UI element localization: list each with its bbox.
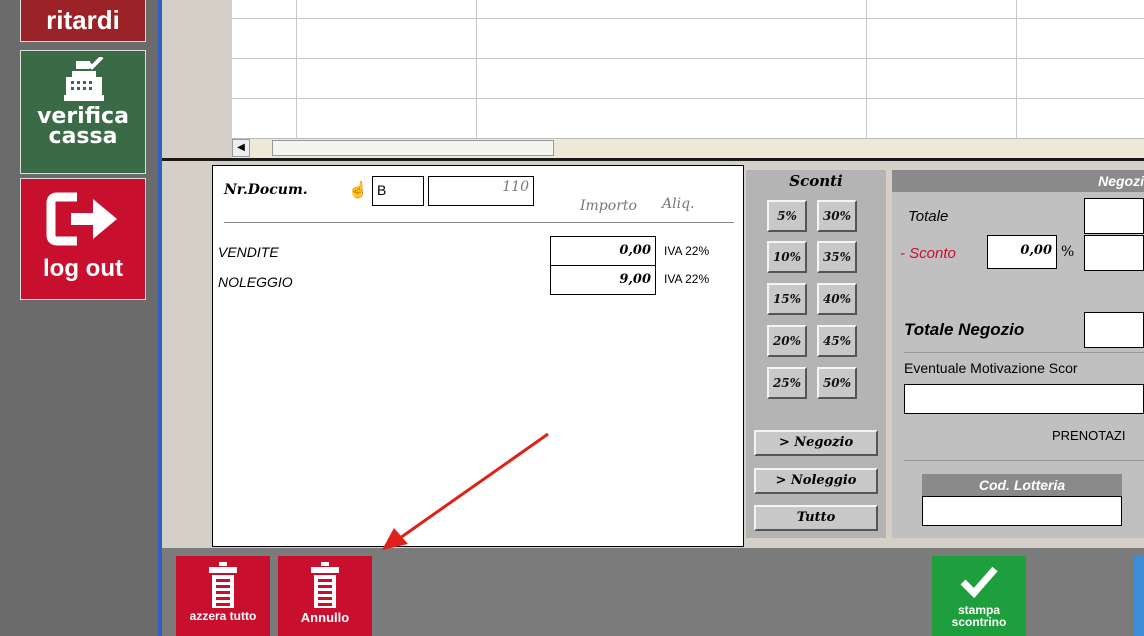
prenotazioni-divider xyxy=(904,460,1144,461)
red-arrow-annotation xyxy=(382,432,549,550)
scrollbar-thumb[interactable] xyxy=(272,140,554,156)
data-grid[interactable] xyxy=(232,0,1144,138)
header-divider xyxy=(224,222,734,223)
totale-negozio-label: Totale Negozio xyxy=(904,320,1025,339)
sconto-30-button[interactable]: 30% xyxy=(817,200,857,232)
sconto-40-button[interactable]: 40% xyxy=(817,283,857,315)
checkmark-icon xyxy=(960,566,998,599)
annullo-button[interactable]: Annullo xyxy=(278,556,372,636)
totale-negozio-field[interactable] xyxy=(1084,312,1144,348)
stampa-scontrino-button[interactable]: stampa scontrino xyxy=(932,556,1026,636)
negozio-divider xyxy=(904,352,1144,353)
number-field[interactable]: 110 xyxy=(428,176,534,206)
sconto-value-field[interactable]: 0,00 xyxy=(987,235,1057,269)
cod-lotteria-input[interactable] xyxy=(922,496,1122,526)
sconto-total-field[interactable] xyxy=(1084,235,1144,271)
totale-field[interactable] xyxy=(1084,198,1144,234)
cash-register-icon xyxy=(64,57,104,101)
stampa-label: stampa scontrino xyxy=(951,603,1007,629)
azzera-label: azzera tutto xyxy=(189,609,257,623)
sconto-5-button[interactable]: 5% xyxy=(767,200,807,232)
apply-tutto-button[interactable]: Tutto xyxy=(754,505,878,531)
noleggio-aliq: IVA 22% xyxy=(664,272,710,286)
nr-docum-label: Nr.Docum. xyxy=(224,182,308,198)
annullo-label: Annullo xyxy=(300,610,350,625)
hand-pointer-icon: ☝ xyxy=(348,182,368,199)
aliq-header: Aliq. xyxy=(662,196,695,212)
sconto-20-button[interactable]: 20% xyxy=(767,325,807,357)
cassa-label: cassa xyxy=(48,124,118,149)
cod-lotteria-label: Cod. Lotteria xyxy=(922,474,1122,496)
series-field[interactable]: B xyxy=(372,176,424,206)
sconto-25-button[interactable]: 25% xyxy=(767,367,807,399)
motivazione-label: Eventuale Motivazione Scor xyxy=(904,360,1078,376)
logout-label: log out xyxy=(43,255,123,282)
importo-header: Importo xyxy=(580,198,637,214)
logout-button[interactable]: log out xyxy=(20,178,146,300)
sconto-label: - Sconto xyxy=(900,245,956,262)
sconto-45-button[interactable]: 45% xyxy=(817,325,857,357)
verifica-cassa-button[interactable]: verifica cassa xyxy=(20,50,146,174)
sconti-title: Sconti xyxy=(789,172,843,190)
sconto-15-button[interactable]: 15% xyxy=(767,283,807,315)
noleggio-label: NOLEGGIO xyxy=(218,274,293,290)
apply-noleggio-button[interactable]: > Noleggio xyxy=(754,468,878,494)
ritardi-button[interactable]: ritardi xyxy=(20,0,146,42)
vendite-importo-field[interactable]: 0,00 xyxy=(550,236,656,266)
totale-label: Totale xyxy=(908,208,949,225)
horizontal-scrollbar[interactable]: ◀ xyxy=(232,138,1144,158)
motivazione-input[interactable] xyxy=(904,384,1144,414)
scroll-left-icon[interactable]: ◀ xyxy=(232,139,250,157)
noleggio-importo-field[interactable]: 9,00 xyxy=(550,265,656,295)
sconto-10-button[interactable]: 10% xyxy=(767,241,807,273)
sconto-35-button[interactable]: 35% xyxy=(817,241,857,273)
prenotazioni-label: PRENOTAZI xyxy=(1052,428,1126,443)
trash-icon xyxy=(209,562,237,608)
negozio-header: Negozi xyxy=(892,170,1144,192)
vendite-label: VENDITE xyxy=(218,244,279,260)
sconto-50-button[interactable]: 50% xyxy=(817,367,857,399)
azzera-tutto-button[interactable]: azzera tutto xyxy=(176,556,270,636)
ritardi-label: ritardi xyxy=(46,5,120,35)
percent-label: % xyxy=(1061,244,1075,260)
logout-icon xyxy=(46,192,117,246)
trash-icon xyxy=(311,562,339,608)
partial-button[interactable] xyxy=(1134,556,1144,636)
vendite-aliq: IVA 22% xyxy=(664,244,710,258)
apply-negozio-button[interactable]: > Negozio xyxy=(754,430,878,456)
